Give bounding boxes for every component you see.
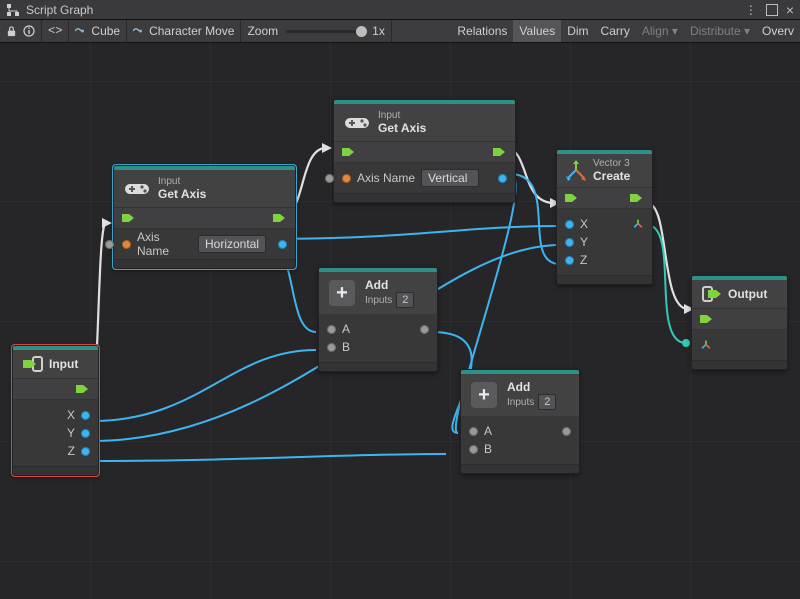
- align-dropdown[interactable]: Align ▾: [636, 20, 684, 42]
- toggle-values[interactable]: Values: [513, 20, 561, 42]
- result-out-port[interactable]: [420, 325, 429, 334]
- node-title: Output: [728, 287, 767, 301]
- b-in-port[interactable]: [469, 445, 478, 454]
- param-label: Axis Name: [137, 230, 192, 258]
- inputs-count[interactable]: 2: [538, 394, 556, 410]
- node-title: Add: [507, 380, 556, 394]
- y-out-port[interactable]: [81, 429, 90, 438]
- node-input-getaxis-horizontal[interactable]: InputGet Axis Axis Name Horizontal: [113, 165, 296, 269]
- code-icon[interactable]: <>: [48, 24, 62, 38]
- z-label: Z: [580, 253, 587, 267]
- axisname-field[interactable]: Horizontal: [198, 235, 266, 253]
- gamepad-icon: [344, 114, 370, 132]
- z-out-port[interactable]: [81, 447, 90, 456]
- zoom-slider[interactable]: [286, 30, 364, 33]
- node-graph-input[interactable]: Input X Y Z: [12, 345, 99, 476]
- link-icon: [133, 26, 143, 36]
- node-category: Input: [378, 110, 426, 121]
- node-vector3-create[interactable]: Vector 3Create X Y Z: [556, 149, 653, 285]
- toggle-carry[interactable]: Carry: [595, 20, 636, 42]
- flow-in-port[interactable]: [565, 192, 579, 204]
- node-target-port[interactable]: [105, 240, 114, 249]
- node-title: Get Axis: [158, 187, 206, 201]
- info-icon[interactable]: [23, 25, 35, 37]
- link-icon: [75, 26, 85, 36]
- y-label: Y: [67, 426, 75, 440]
- x-out-port[interactable]: [81, 411, 90, 420]
- distribute-dropdown[interactable]: Distribute ▾: [684, 20, 756, 42]
- node-title: Add: [365, 278, 414, 292]
- node-add-2[interactable]: + Add Inputs 2 A B: [460, 369, 580, 474]
- window-menu-icon[interactable]: ⋮: [745, 3, 758, 17]
- inputs-label: Inputs: [507, 397, 534, 408]
- toggle-relations[interactable]: Relations: [451, 20, 513, 42]
- z-label: Z: [68, 444, 75, 458]
- graph-canvas[interactable]: InputGet Axis Axis Name Horizontal Input…: [0, 43, 800, 599]
- inputs-count[interactable]: 2: [396, 292, 414, 308]
- node-add-1[interactable]: + Add Inputs 2 A B: [318, 267, 438, 372]
- vector3-icon: [565, 160, 587, 182]
- x-label: X: [580, 217, 588, 231]
- node-target-port[interactable]: [325, 174, 334, 183]
- param-label: Axis Name: [357, 171, 415, 185]
- input-icon: [23, 356, 43, 372]
- flow-out-port[interactable]: [493, 146, 507, 158]
- node-category: Input: [158, 176, 206, 187]
- close-icon[interactable]: ×: [786, 2, 794, 18]
- node-category: Vector 3: [593, 158, 630, 169]
- zoom-value: 1x: [372, 24, 385, 38]
- value-out-port[interactable]: [498, 174, 507, 183]
- toggle-overview[interactable]: Overv: [756, 20, 800, 42]
- maximize-icon[interactable]: [766, 4, 778, 16]
- node-input-getaxis-vertical[interactable]: InputGet Axis Axis Name Vertical: [333, 99, 516, 203]
- window-titlebar: Script Graph ⋮ ×: [0, 0, 800, 20]
- value-out-port[interactable]: [278, 240, 287, 249]
- window-title: Script Graph: [26, 3, 93, 17]
- axisname-field[interactable]: Vertical: [421, 169, 479, 187]
- result-out-port[interactable]: [562, 427, 571, 436]
- vector-in-port[interactable]: [700, 339, 712, 351]
- x-in-port[interactable]: [565, 220, 574, 229]
- node-title: Get Axis: [378, 121, 426, 135]
- flow-in-port[interactable]: [700, 313, 714, 325]
- a-label: A: [342, 322, 350, 336]
- inputs-label: Inputs: [365, 295, 392, 306]
- node-title: Input: [49, 357, 78, 371]
- node-graph-output[interactable]: Output: [691, 275, 788, 370]
- gamepad-icon: [124, 180, 150, 198]
- breadcrumb-object-1[interactable]: Character Move: [149, 24, 234, 38]
- zoom-label: Zoom: [247, 24, 278, 38]
- a-in-port[interactable]: [327, 325, 336, 334]
- output-icon: [702, 286, 722, 302]
- flow-out-port[interactable]: [273, 212, 287, 224]
- plus-icon: +: [471, 382, 497, 408]
- vector-out-port[interactable]: [632, 218, 644, 230]
- a-label: A: [484, 424, 492, 438]
- flow-in-port[interactable]: [122, 212, 136, 224]
- axisname-in-port[interactable]: [122, 240, 131, 249]
- b-in-port[interactable]: [327, 343, 336, 352]
- b-label: B: [484, 442, 492, 456]
- breadcrumb-object-0[interactable]: Cube: [91, 24, 120, 38]
- graph-icon: [6, 3, 20, 17]
- flow-out-port[interactable]: [76, 383, 90, 395]
- a-in-port[interactable]: [469, 427, 478, 436]
- z-in-port[interactable]: [565, 256, 574, 265]
- toggle-dim[interactable]: Dim: [561, 20, 594, 42]
- plus-icon: +: [329, 280, 355, 306]
- flow-out-port[interactable]: [630, 192, 644, 204]
- y-label: Y: [580, 235, 588, 249]
- lock-icon[interactable]: [6, 26, 17, 37]
- b-label: B: [342, 340, 350, 354]
- y-in-port[interactable]: [565, 238, 574, 247]
- flow-in-port[interactable]: [342, 146, 356, 158]
- node-title: Create: [593, 169, 630, 183]
- x-label: X: [67, 408, 75, 422]
- axisname-in-port[interactable]: [342, 174, 351, 183]
- toolbar: <> Cube Character Move Zoom 1x Relations…: [0, 20, 800, 43]
